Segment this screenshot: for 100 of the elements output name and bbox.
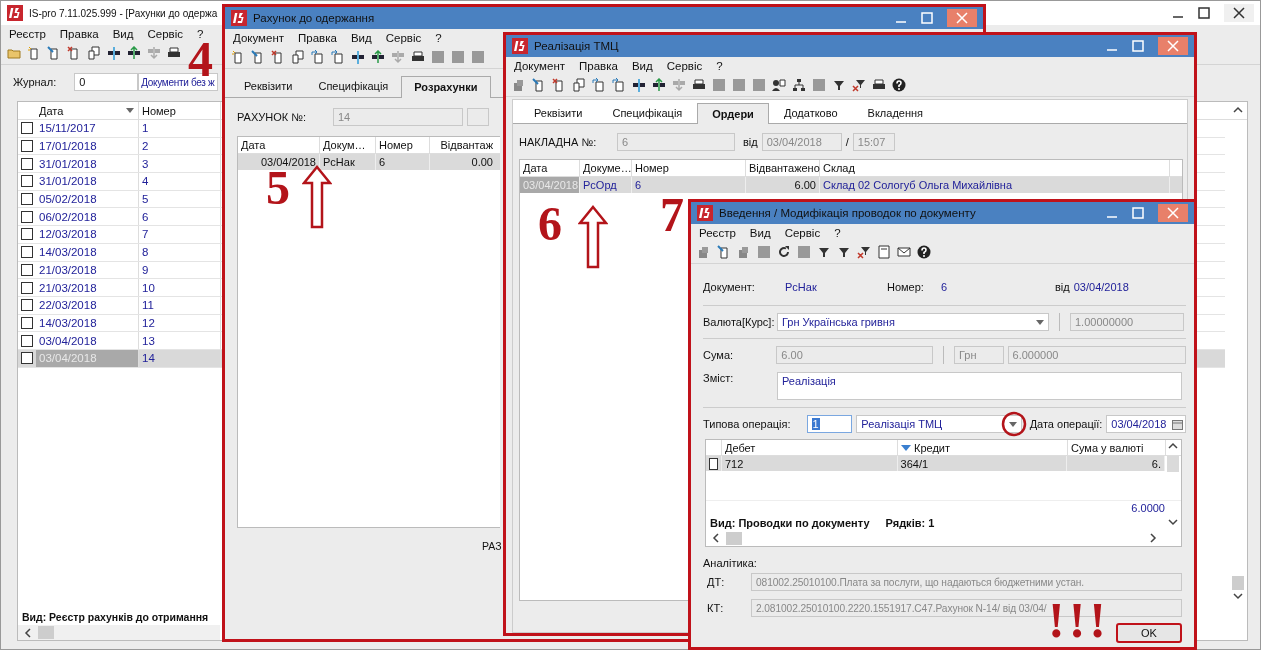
maximize-icon[interactable] [1198,7,1210,19]
column-header[interactable]: Дебет [722,440,898,456]
column-header[interactable]: Докум… [320,137,376,153]
split-icon[interactable] [351,50,365,64]
table-row[interactable]: 712 364/1 6. [706,456,1165,472]
card-icon[interactable] [877,245,891,259]
table-cell[interactable]: 21/03/2018 [36,261,139,279]
close-icon[interactable] [1224,4,1254,22]
clear-filter-icon[interactable] [857,245,871,259]
menu-item[interactable]: Реєстр [699,227,736,239]
menu-item[interactable]: Правка [298,32,337,44]
split-icon[interactable] [632,78,646,92]
operation-dropdown[interactable]: Реалізація ТМЦ [856,415,1022,433]
column-header[interactable]: Докуме… [580,160,632,176]
scroll-thumb[interactable] [38,626,54,639]
scroll-left-icon[interactable] [712,533,720,544]
person-icon[interactable] [772,78,786,92]
column-header[interactable]: Відвантаж [430,137,496,153]
checkbox[interactable] [21,140,33,153]
dropdown-icon[interactable] [1008,421,1017,427]
menu-item[interactable]: Документ [514,60,565,72]
table-cell[interactable]: 31/01/2018 [36,155,139,173]
checkbox[interactable] [21,228,33,241]
column-header[interactable]: Номер [632,160,746,176]
copy-icon[interactable] [291,50,305,64]
column-header[interactable]: Кредит [898,440,1068,456]
refresh-icon[interactable] [777,245,791,259]
checkbox[interactable] [21,122,33,135]
checkbox[interactable] [21,193,33,206]
column-header[interactable]: Дата [520,160,580,176]
upload-icon[interactable] [612,78,626,92]
checkbox[interactable] [21,299,33,312]
delete-document-icon[interactable] [271,50,285,64]
menu-item[interactable]: ? [834,227,841,239]
scroll-up-icon[interactable] [1168,442,1178,450]
copy-icon[interactable] [87,46,101,60]
edit-document-icon[interactable] [251,50,265,64]
checkbox[interactable] [21,246,33,259]
checkbox[interactable] [21,281,33,294]
scroll-down-icon[interactable] [1168,518,1178,526]
column-header[interactable]: Дата [36,102,139,119]
menu-item[interactable]: ? [435,32,442,44]
scroll-left-icon[interactable] [24,627,32,638]
print-icon[interactable] [692,78,706,92]
delete-document-icon[interactable] [67,46,81,60]
new-document-icon[interactable] [231,50,245,64]
upload-icon[interactable] [311,50,325,64]
edit-document-icon[interactable] [532,78,546,92]
scroll-thumb[interactable] [1167,456,1179,472]
tab[interactable]: Специфікація [305,75,402,97]
column-header[interactable]: Склад [820,160,1170,176]
table-cell[interactable]: 17/01/2018 [36,137,139,155]
mail-icon[interactable] [897,245,911,259]
date-field[interactable]: 03/04/2018 [1106,415,1186,433]
table-cell[interactable]: 12/03/2018 [36,226,139,243]
edit-document-icon[interactable] [717,245,731,259]
menu-item[interactable]: Вид [631,60,653,72]
checkbox[interactable] [21,316,33,329]
table-cell[interactable]: 21/03/2018 [36,279,139,296]
menu-item[interactable]: Сервіс [784,227,821,239]
table-cell[interactable]: 14/03/2018 [36,314,139,332]
scroll-right-icon[interactable] [1149,533,1157,544]
currency-dropdown[interactable]: Грн Українська гривня [777,313,1049,331]
edit-document-icon[interactable] [47,46,61,60]
menu-item[interactable]: Сервіс [385,32,422,44]
print-icon[interactable] [411,50,425,64]
split-icon[interactable] [107,46,121,60]
table-row[interactable]: 03/04/2018 РсОрд 6 6.00 Склад 02 Сологуб Ольга Михайлівна [520,177,1182,193]
content-field[interactable]: Реалізація [777,372,1182,400]
scroll-thumb[interactable] [1232,576,1244,590]
scroll-down-icon[interactable] [1233,592,1243,600]
table-cell[interactable]: 15/11/2017 [36,120,139,137]
checkbox[interactable] [709,457,718,470]
table-cell[interactable]: 22/03/2018 [36,296,139,314]
menu-item[interactable]: Вид [350,32,372,44]
filter-icon[interactable] [832,78,846,92]
menu-item[interactable]: ? [197,28,204,40]
checkbox[interactable] [21,210,33,223]
text-field[interactable] [467,108,489,126]
tab[interactable]: Ордери [697,103,769,124]
folder-icon[interactable] [7,46,21,60]
stamp-icon[interactable] [737,245,751,259]
print-icon[interactable] [167,46,181,60]
column-header[interactable]: Відвантажено [746,160,820,176]
column-header[interactable]: Дата [238,137,320,153]
checkbox[interactable] [21,175,33,188]
tree-icon[interactable] [792,78,806,92]
upload-icon[interactable] [331,50,345,64]
checkbox[interactable] [21,157,33,170]
split-icon[interactable] [127,46,141,60]
scroll-thumb[interactable] [726,531,742,545]
tab[interactable]: Розрахунки [401,76,491,98]
column-header[interactable]: Сума у валюті [1068,440,1166,456]
menu-item[interactable]: Правка [59,28,99,40]
new-document-icon[interactable] [27,46,41,60]
checkbox[interactable] [21,352,33,365]
menu-item[interactable]: Документ [233,32,284,44]
tab[interactable]: Специфікація [597,102,698,123]
menu-item[interactable]: Правка [579,60,618,72]
menu-item[interactable]: Сервіс [666,60,703,72]
